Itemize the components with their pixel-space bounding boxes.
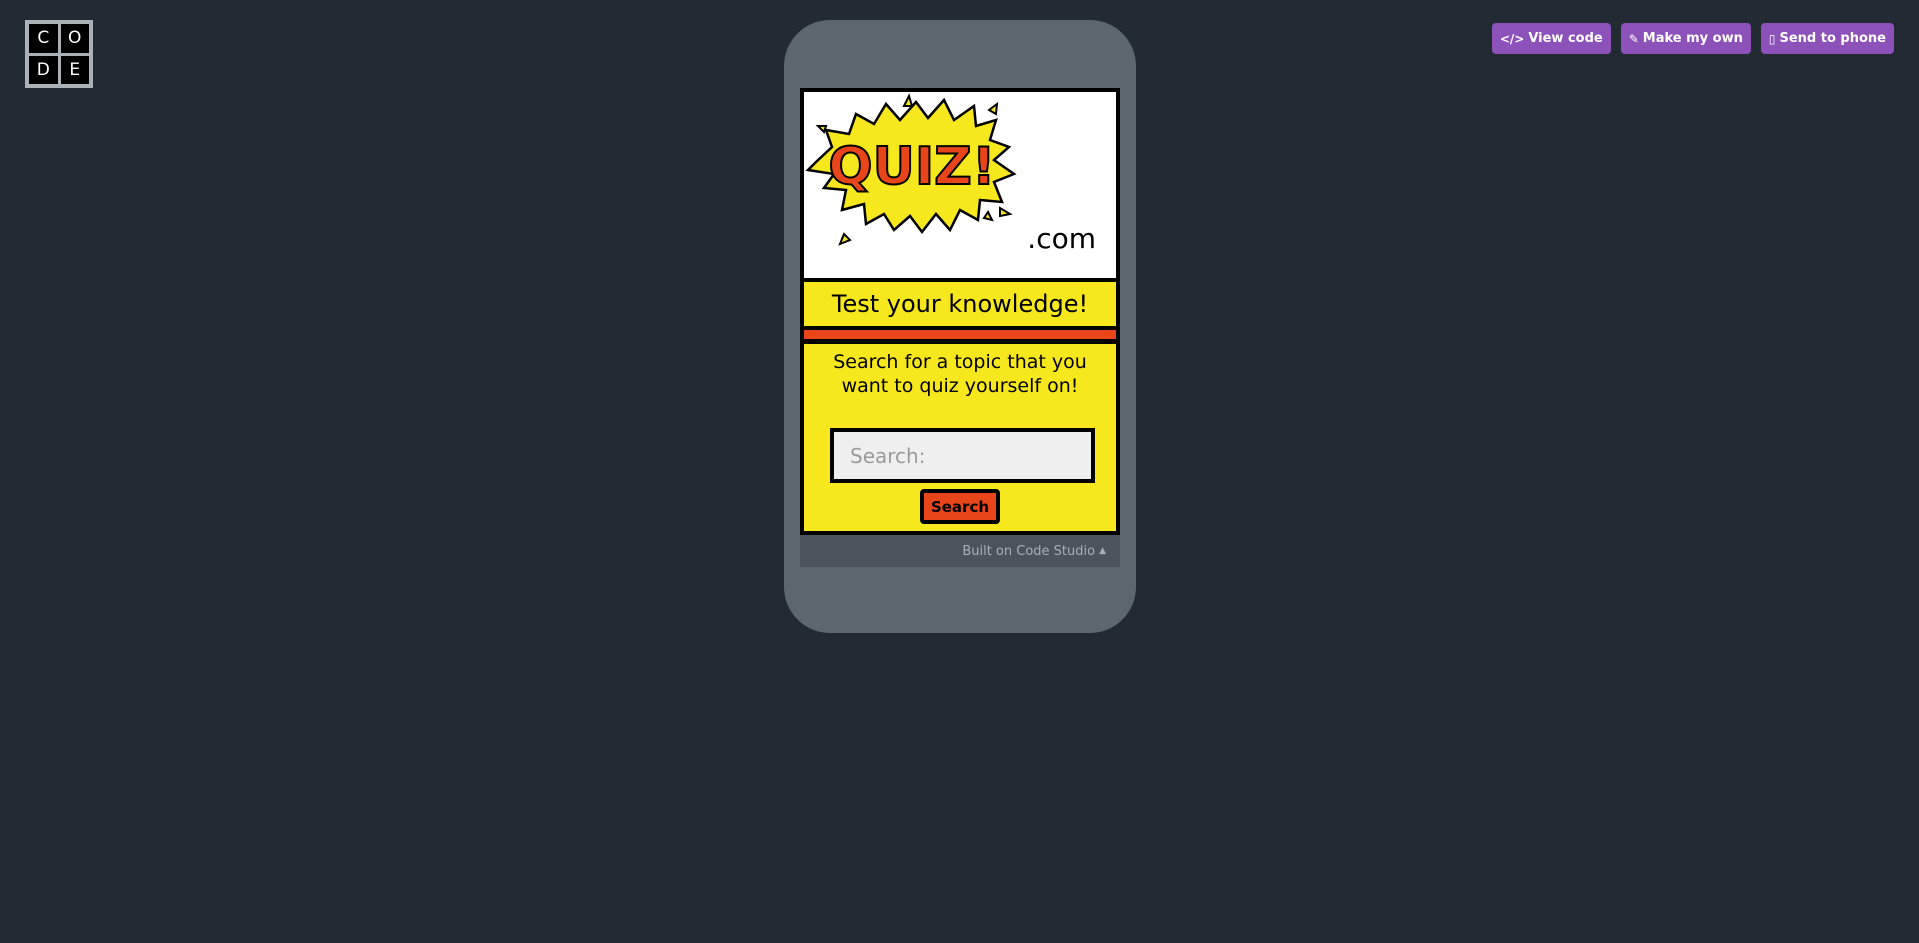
search-prompt: Search for a topic that you want to quiz… bbox=[833, 351, 1087, 397]
phone-frame: QUIZ! .com Test your knowledge! Search f… bbox=[784, 20, 1136, 633]
footer-label: Built on Code Studio bbox=[962, 543, 1096, 559]
send-to-phone-label: Send to phone bbox=[1779, 31, 1886, 46]
send-to-phone-button[interactable]: ▯ Send to phone bbox=[1760, 23, 1894, 54]
quiz-wordmark: QUIZ! bbox=[828, 137, 995, 197]
caret-up-icon: ▲ bbox=[1099, 546, 1106, 556]
app-screen: QUIZ! .com Test your knowledge! Search f… bbox=[800, 88, 1120, 535]
view-code-button[interactable]: </> View code bbox=[1491, 23, 1611, 54]
logo-letter: E bbox=[60, 55, 89, 84]
header-actions: </> View code ✎ Make my own ▯ Send to ph… bbox=[1491, 23, 1894, 54]
quiz-banner: QUIZ! .com bbox=[804, 92, 1116, 278]
built-on-code-studio-footer[interactable]: Built on Code Studio ▲ bbox=[800, 535, 1120, 567]
make-my-own-label: Make my own bbox=[1642, 31, 1743, 46]
edit-icon: ✎ bbox=[1628, 31, 1639, 46]
phone-icon: ▯ bbox=[1768, 31, 1776, 46]
view-code-label: View code bbox=[1528, 31, 1603, 46]
banner-domain: .com bbox=[1027, 222, 1096, 255]
search-panel: Search for a topic that you want to quiz… bbox=[804, 344, 1116, 531]
logo-letter: C bbox=[29, 24, 58, 53]
search-input[interactable] bbox=[830, 428, 1095, 483]
logo-letter: D bbox=[29, 55, 58, 84]
search-button[interactable]: Search bbox=[920, 489, 1000, 524]
code-icon: </> bbox=[1499, 31, 1525, 46]
logo-letter: O bbox=[60, 24, 89, 53]
divider-bar bbox=[804, 330, 1116, 339]
code-org-logo[interactable]: C O D E bbox=[25, 20, 93, 88]
tagline: Test your knowledge! bbox=[804, 282, 1116, 326]
make-my-own-button[interactable]: ✎ Make my own bbox=[1620, 23, 1751, 54]
